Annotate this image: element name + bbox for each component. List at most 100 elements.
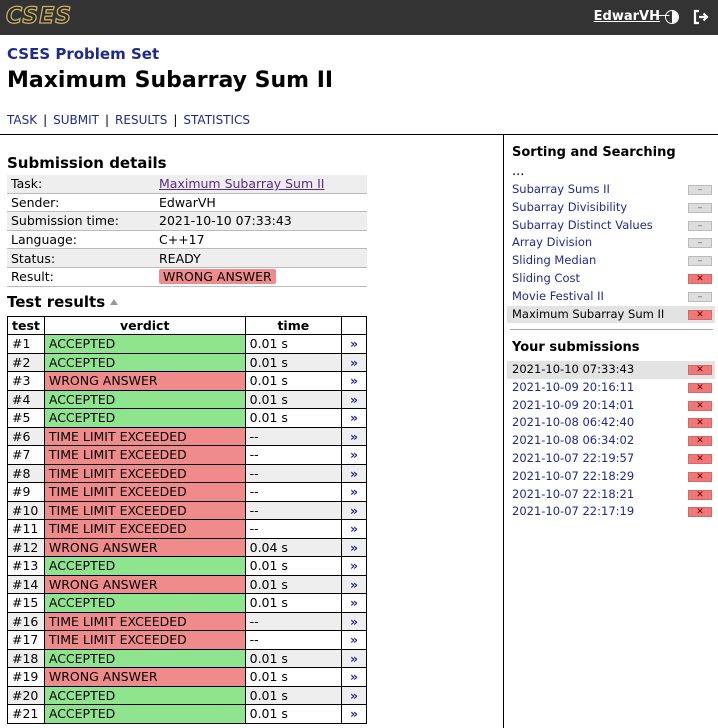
submission-link[interactable]: 2021-10-08 06:42:40 <box>512 415 634 429</box>
submission-item[interactable]: 2021-10-07 22:19:57 ✕ <box>507 450 715 468</box>
test-verdict: TIME LIMIT EXCEEDED <box>43 611 246 631</box>
test-verdict: ACCEPTED <box>43 704 246 724</box>
submission-link[interactable]: 2021-10-07 22:18:21 <box>512 487 634 501</box>
submission-item[interactable]: 2021-10-07 22:17:19 ✕ <box>507 503 715 521</box>
submission-link[interactable]: 2021-10-07 22:18:29 <box>512 469 634 483</box>
sidebar-problem-link[interactable]: Array Division <box>512 235 592 249</box>
page-title: Maximum Subarray Sum II <box>7 68 334 93</box>
unattempted-status-icon: – <box>688 220 712 231</box>
view-test-link[interactable]: » <box>341 667 367 687</box>
table-row: #15 ACCEPTED 0.01 s» <box>7 593 367 613</box>
test-number: #21 <box>7 704 45 724</box>
sidebar-problem-item[interactable]: Array Division – <box>507 234 715 252</box>
table-row: #19 WRONG ANSWER 0.01 s» <box>7 667 367 687</box>
test-verdict: ACCEPTED <box>43 593 246 613</box>
test-number: #19 <box>7 667 45 687</box>
submission-item[interactable]: 2021-10-07 22:18:21 ✕ <box>507 486 715 504</box>
test-verdict: ACCEPTED <box>43 685 246 705</box>
sidebar-problem-item[interactable]: Sliding Cost ✕ <box>507 270 715 288</box>
test-time: 0.01 s <box>244 704 343 724</box>
sidebar-problem-name: Maximum Subarray Sum II <box>512 306 665 321</box>
test-results-table: test verdict time #1 ACCEPTED 0.01 s» #2 ACC… <box>7 316 367 724</box>
submission-link[interactable]: 2021-10-07 22:17:19 <box>512 504 634 518</box>
sidebar-problem-item[interactable]: Movie Festival II – <box>507 288 715 306</box>
view-test-link[interactable]: » <box>341 334 367 354</box>
problem-set-link[interactable]: CSES Problem Set <box>7 45 159 63</box>
detail-row-time: Submission time: 2021-10-10 07:33:43 <box>7 211 367 231</box>
test-verdict: TIME LIMIT EXCEEDED <box>43 445 246 465</box>
theme-toggle-icon[interactable] <box>665 10 679 24</box>
submission-item[interactable]: 2021-10-07 22:18:29 ✕ <box>507 468 715 486</box>
view-test-link[interactable]: » <box>341 482 367 502</box>
view-test-link[interactable]: » <box>341 685 367 705</box>
view-test-link[interactable]: » <box>341 537 367 557</box>
table-row: #6 TIME LIMIT EXCEEDED --» <box>7 426 367 446</box>
nav-task[interactable]: TASK <box>7 113 37 127</box>
submission-item[interactable]: 2021-10-09 20:16:11 ✕ <box>507 379 715 397</box>
submission-link[interactable]: 2021-10-07 22:19:57 <box>512 451 634 465</box>
submission-link[interactable]: 2021-10-08 06:34:02 <box>512 433 634 447</box>
view-test-link[interactable]: » <box>341 500 367 520</box>
view-test-link[interactable]: » <box>341 593 367 613</box>
task-link[interactable]: Maximum Subarray Sum II <box>159 176 325 191</box>
view-test-link[interactable]: » <box>341 352 367 372</box>
view-test-link[interactable]: » <box>341 648 367 668</box>
submission-details-heading: Submission details <box>7 154 167 172</box>
nav-statistics[interactable]: STATISTICS <box>183 113 250 127</box>
view-test-link[interactable]: » <box>341 463 367 483</box>
sidebar-problem-link[interactable]: Sliding Cost <box>512 271 580 285</box>
test-verdict: ACCEPTED <box>43 334 246 354</box>
logout-icon[interactable] <box>692 8 710 26</box>
view-test-link[interactable]: » <box>341 389 367 409</box>
test-time: 0.01 s <box>244 685 343 705</box>
submission-item[interactable]: 2021-10-08 06:34:02 ✕ <box>507 432 715 450</box>
sidebar-problem-link[interactable]: Movie Festival II <box>512 289 604 303</box>
sidebar-problem-link[interactable]: Subarray Divisibility <box>512 200 627 214</box>
table-row: #7 TIME LIMIT EXCEEDED --» <box>7 445 367 465</box>
view-test-link[interactable]: » <box>341 704 367 724</box>
sidebar-problem-link[interactable]: Sliding Median <box>512 253 596 267</box>
test-time: 0.01 s <box>244 389 343 409</box>
table-row: #18 ACCEPTED 0.01 s» <box>7 648 367 668</box>
col-time: time <box>244 316 343 335</box>
user-link[interactable]: EdwarVH <box>594 9 660 24</box>
test-results-heading[interactable]: Test results <box>7 293 119 311</box>
nav-results[interactable]: RESULTS <box>115 113 167 127</box>
view-test-link[interactable]: » <box>341 630 367 650</box>
view-test-link[interactable]: » <box>341 408 367 428</box>
test-time: 0.01 s <box>244 334 343 354</box>
test-time: -- <box>244 630 343 650</box>
test-verdict: TIME LIMIT EXCEEDED <box>43 519 246 539</box>
nav-submit[interactable]: SUBMIT <box>53 113 99 127</box>
table-row: #20 ACCEPTED 0.01 s» <box>7 685 367 705</box>
cses-logo[interactable]: CSES <box>5 5 72 28</box>
submission-item[interactable]: 2021-10-08 06:42:40 ✕ <box>507 414 715 432</box>
unattempted-status-icon: – <box>688 202 712 213</box>
submission-item[interactable]: 2021-10-10 07:33:43 ✕ <box>507 361 715 379</box>
submission-time: 2021-10-10 07:33:43 <box>512 362 635 376</box>
test-number: #14 <box>7 574 45 594</box>
sidebar-problem-item[interactable]: Sliding Median – <box>507 252 715 270</box>
table-row: #5 ACCEPTED 0.01 s» <box>7 408 367 428</box>
view-test-link[interactable]: » <box>341 574 367 594</box>
view-test-link[interactable]: » <box>341 445 367 465</box>
view-test-link[interactable]: » <box>341 519 367 539</box>
detail-row-sender: Sender: EdwarVH <box>7 193 367 213</box>
view-test-link[interactable]: » <box>341 371 367 391</box>
sidebar-problem-item[interactable]: Subarray Sums II – <box>507 181 715 199</box>
test-verdict: ACCEPTED <box>43 389 246 409</box>
view-test-link[interactable]: » <box>341 426 367 446</box>
submission-link[interactable]: 2021-10-09 20:16:11 <box>512 380 634 394</box>
test-number: #12 <box>7 537 45 557</box>
submission-item[interactable]: 2021-10-09 20:14:01 ✕ <box>507 397 715 415</box>
view-test-link[interactable]: » <box>341 611 367 631</box>
sidebar-problem-item[interactable]: Maximum Subarray Sum II ✕ <box>507 305 715 324</box>
collapse-triangle-icon[interactable] <box>110 299 119 305</box>
view-test-link[interactable]: » <box>341 556 367 576</box>
sidebar-problem-link[interactable]: Subarray Distinct Values <box>512 218 653 232</box>
sidebar-problem-link[interactable]: Subarray Sums II <box>512 182 610 196</box>
submission-link[interactable]: 2021-10-09 20:14:01 <box>512 398 634 412</box>
sidebar-problem-item[interactable]: Subarray Divisibility – <box>507 199 715 217</box>
sidebar-problem-item[interactable]: Subarray Distinct Values – <box>507 217 715 235</box>
test-verdict: ACCEPTED <box>43 648 246 668</box>
